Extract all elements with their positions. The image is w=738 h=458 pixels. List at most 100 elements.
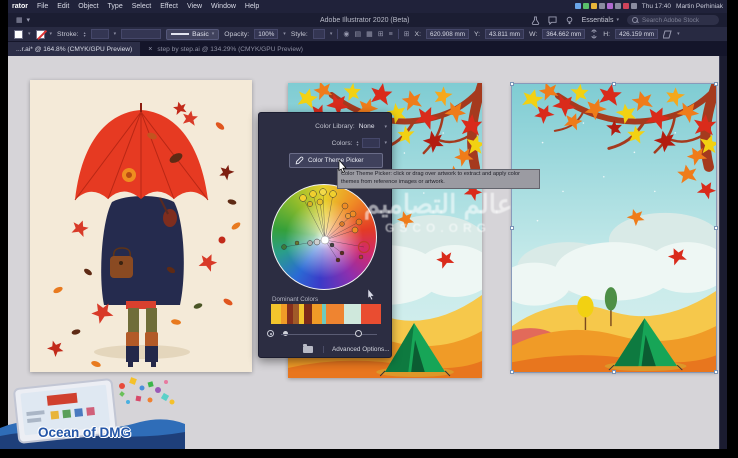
- chevron-down-icon: ▾: [384, 124, 387, 130]
- close-tab-icon[interactable]: ×: [148, 46, 152, 53]
- search-input[interactable]: Search Adobe Stock: [627, 15, 719, 25]
- w-value-field[interactable]: 364.662 mm: [542, 29, 585, 39]
- align-right-icon[interactable]: ≡: [389, 31, 393, 38]
- slider-handle-right[interactable]: [355, 330, 362, 337]
- selection-handle[interactable]: [510, 82, 514, 86]
- selection-handle[interactable]: [510, 226, 514, 230]
- transform-more-caret-icon[interactable]: ▾: [677, 31, 680, 37]
- color-theme-picker-button[interactable]: Color Theme Picker: [289, 153, 383, 168]
- selection-handle[interactable]: [612, 82, 616, 86]
- color-count-slider[interactable]: [267, 329, 385, 339]
- recolor-artwork-panel: Color Library: None ▾ Colors: ▴▾ ▾ Color…: [258, 112, 392, 358]
- menu-item-edit[interactable]: Edit: [57, 3, 69, 10]
- opacity-label: Opacity:: [224, 31, 249, 38]
- fill-color-swatch[interactable]: [14, 30, 23, 39]
- shear-icon[interactable]: [663, 30, 672, 39]
- dominant-color-swatch[interactable]: [312, 304, 322, 324]
- eyedropper-icon: [294, 156, 304, 166]
- menu-user[interactable]: Martin Perhiniak: [676, 3, 723, 10]
- status-icon[interactable]: [599, 3, 605, 9]
- app-title: Adobe Illustrator 2020 (Beta): [320, 17, 410, 24]
- dominant-color-swatch[interactable]: [326, 304, 344, 324]
- dominant-color-swatch[interactable]: [304, 304, 312, 324]
- menu-item-window[interactable]: Window: [211, 3, 236, 10]
- lightbulb-icon[interactable]: [565, 16, 574, 25]
- recolor-artwork-icon[interactable]: ▤: [354, 30, 361, 38]
- selection-handle[interactable]: [510, 370, 514, 374]
- status-icon[interactable]: [615, 3, 621, 9]
- slider-track[interactable]: [281, 334, 377, 336]
- separator: [398, 29, 399, 39]
- selection-handle[interactable]: [714, 226, 718, 230]
- separator: [337, 29, 338, 39]
- style-dropdown[interactable]: [313, 29, 325, 39]
- width-profile-dropdown[interactable]: [121, 29, 161, 39]
- chat-icon[interactable]: [548, 16, 557, 25]
- camping-illustration: [512, 84, 716, 372]
- folder-icon[interactable]: [303, 346, 313, 353]
- advanced-options-button[interactable]: Advanced Options...: [323, 346, 390, 353]
- y-value-field[interactable]: 43.811 mm: [485, 29, 524, 39]
- tab-title: ...r.ai* @ 164.8% (CMYK/GPU Preview): [16, 46, 132, 53]
- workspace-switcher[interactable]: Essentials ▾: [582, 17, 619, 24]
- picker-button-label: Color Theme Picker: [308, 157, 364, 164]
- status-icon[interactable]: [623, 3, 629, 9]
- color-library-dropdown[interactable]: None ▾: [359, 123, 387, 130]
- brush-stroke-preview: [171, 33, 189, 35]
- dominant-color-swatch[interactable]: [361, 304, 381, 324]
- app-name-partial: rator: [12, 3, 28, 10]
- selection-handle[interactable]: [714, 370, 718, 374]
- selection-handle[interactable]: [714, 82, 718, 86]
- dominant-color-swatch[interactable]: [344, 304, 362, 324]
- menu-item-type[interactable]: Type: [108, 3, 123, 10]
- brush-definition-dropdown[interactable]: Basic ▾: [166, 29, 219, 40]
- stroke-color-swatch[interactable]: [36, 30, 45, 39]
- dominant-color-swatch[interactable]: [271, 304, 281, 324]
- color-wheel[interactable]: [271, 184, 377, 290]
- h-value-field[interactable]: 426.159 mm: [615, 29, 658, 39]
- chevron-down-icon[interactable]: ▾: [384, 140, 387, 146]
- stroke-caret-icon[interactable]: ▾: [50, 31, 53, 37]
- style-caret-icon[interactable]: ▾: [330, 31, 333, 37]
- opacity-value[interactable]: 100%: [254, 29, 278, 39]
- titlebar-right: Essentials ▾ Search Adobe Stock: [531, 15, 719, 25]
- colors-dropdown[interactable]: [362, 138, 380, 148]
- x-value-field[interactable]: 620.908 mm: [426, 29, 469, 39]
- document-tab-active[interactable]: ...r.ai* @ 164.8% (CMYK/GPU Preview): [8, 42, 140, 56]
- document-setup-icon[interactable]: ◉: [343, 30, 349, 38]
- menu-item-help[interactable]: Help: [245, 3, 259, 10]
- menu-item-view[interactable]: View: [187, 3, 202, 10]
- control-bar: ▾ ▾ Stroke: ▴▾ ▾ Basic ▾ Opacity: 100% ▾…: [8, 27, 727, 42]
- beta-flask-icon[interactable]: [531, 16, 540, 25]
- screenshot-frame: rator File Edit Object Type Select Effec…: [0, 0, 738, 458]
- fill-caret-icon[interactable]: ▾: [28, 31, 31, 37]
- umbrella-girl-illustration: [30, 80, 252, 372]
- artboard-umbrella-girl[interactable]: [30, 80, 252, 372]
- align-left-icon[interactable]: ▦: [366, 30, 373, 38]
- status-icon[interactable]: [631, 3, 637, 9]
- link-dimensions-icon[interactable]: [590, 29, 598, 39]
- stroke-width-caret-icon[interactable]: ▾: [114, 31, 117, 37]
- reference-point-icon[interactable]: ⊞: [404, 30, 410, 38]
- document-tab-2[interactable]: × step by step.ai @ 134.29% (CMYK/GPU Pr…: [140, 42, 311, 56]
- artboard-camping-2-selected[interactable]: [512, 84, 716, 372]
- menu-item-file[interactable]: File: [37, 3, 48, 10]
- align-center-icon[interactable]: ⊞: [378, 30, 384, 38]
- menu-item-select[interactable]: Select: [132, 3, 151, 10]
- home-screen-icon[interactable]: ▦ ▾: [16, 16, 31, 24]
- colors-stepper[interactable]: ▴▾: [356, 140, 358, 146]
- opacity-caret-icon[interactable]: ▾: [283, 31, 286, 37]
- status-icon[interactable]: [607, 3, 613, 9]
- stroke-stepper[interactable]: ▴▾: [84, 31, 86, 37]
- menu-item-object[interactable]: Object: [78, 3, 98, 10]
- picker-cursor-icon: [367, 289, 377, 300]
- status-icon[interactable]: [591, 3, 597, 9]
- menu-item-effect[interactable]: Effect: [160, 3, 178, 10]
- ocean-of-dmg-logo: Ocean of DMG: [0, 372, 185, 452]
- status-icon[interactable]: [575, 3, 581, 9]
- panel-dock-strip: [719, 56, 727, 449]
- x-label: X:: [415, 31, 421, 38]
- selection-handle[interactable]: [612, 370, 616, 374]
- status-icon[interactable]: [583, 3, 589, 9]
- stroke-width-dropdown[interactable]: [91, 29, 109, 39]
